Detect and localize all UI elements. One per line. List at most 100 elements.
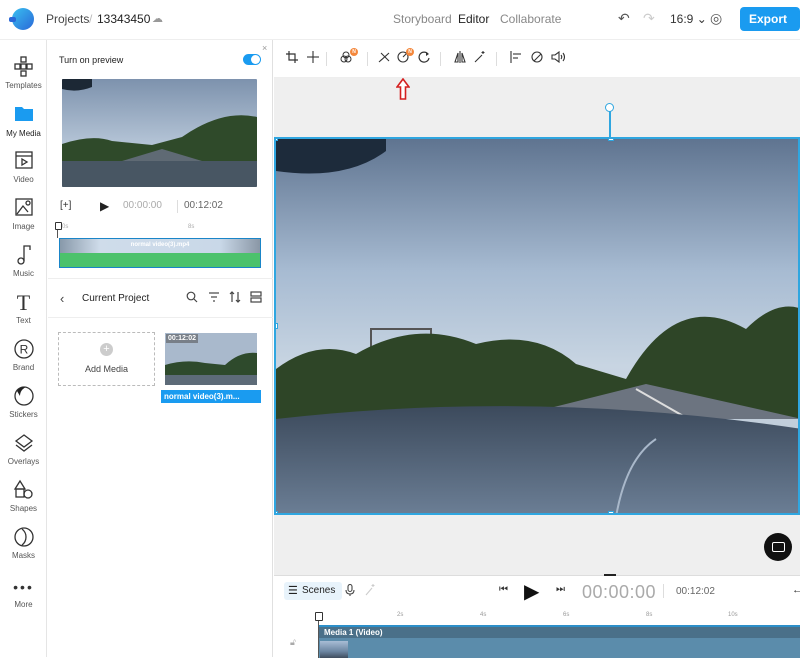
align-icon[interactable] [510,51,522,66]
preview-toggle[interactable] [243,54,261,65]
divider [496,52,497,66]
sort-icon[interactable] [229,291,241,306]
sticker-icon [0,385,47,409]
flip-icon[interactable] [454,51,466,66]
track-label: Media 1 (Video) [319,627,800,638]
red-arrow-annotation [396,78,410,100]
export-button[interactable]: Export ⌄ [740,7,800,50]
mini-clip[interactable]: normal video(3).mp4 [59,238,261,268]
chat-support-button[interactable] [764,533,792,561]
folder-icon [0,104,47,128]
scenes-label: Scenes [302,585,336,596]
eraser-icon[interactable] [531,51,543,66]
divider [367,52,368,66]
sidebar-item-image[interactable]: Image [0,197,47,231]
mini-clip-name: normal video(3).mp4 [60,239,260,253]
rotate-handle-line [609,110,611,137]
canvas-toolbar: N N [274,40,800,78]
lock-icon[interactable]: 🔓︎ [290,637,296,648]
sidebar-item-shapes[interactable]: Shapes [0,479,47,513]
split-icon[interactable] [378,51,390,66]
timeline: ☰ Scenes ⏮ ▶ ⏭ 00:00:00 00:12:02 ← 2s 4s… [274,574,800,658]
share-icon[interactable]: ◎ [710,10,722,27]
svg-text:R: R [19,343,28,357]
ruler-label: 10s [728,612,738,618]
volume-icon[interactable] [551,50,566,66]
timeline-resize-grip[interactable] [604,574,616,576]
mask-icon [0,526,47,550]
mini-total-time: 00:12:02 [184,200,223,211]
sidebar-item-music[interactable]: Music [0,244,47,278]
redo-icon[interactable]: ↷ [643,10,655,27]
skip-back-icon[interactable]: ⏮ [499,584,508,595]
media-item-name[interactable]: normal video(3).m... [161,390,261,403]
left-sidebar: Templates My Media Video Image Music T T… [0,40,47,657]
scenes-icon: ☰ [288,585,298,597]
rotate-handle[interactable] [605,103,614,112]
cloud-icon: ☁ [152,13,163,25]
undo-icon[interactable]: ↶ [618,10,630,27]
resize-handle[interactable] [276,139,278,141]
crop-icon[interactable] [286,51,298,66]
sidebar-item-stickers[interactable]: Stickers [0,385,47,419]
sidebar-item-my-media[interactable]: My Media [0,104,47,138]
image-icon [0,197,47,221]
add-media-button[interactable]: + Add Media [58,332,155,386]
track-thumbnail [320,641,348,658]
tab-collaborate[interactable]: Collaborate [500,12,561,26]
app-logo[interactable] [9,8,34,30]
filter-icon[interactable] [208,291,220,306]
divider [177,200,178,213]
back-icon[interactable]: ‹ [60,291,64,306]
mini-ruler: 0s 8s [58,224,258,234]
sidebar-item-more[interactable]: ••• More [0,575,47,609]
resize-handle[interactable] [276,323,278,329]
timeline-playhead[interactable] [315,612,323,658]
skip-forward-icon[interactable]: ⏭ [556,584,565,595]
microphone-icon[interactable] [345,583,355,599]
search-icon[interactable] [186,291,198,306]
project-header: ‹ Current Project [48,278,273,318]
ruler-label: 2s [397,612,404,618]
breadcrumb-project-id[interactable]: 13343450 [97,12,150,26]
move-icon[interactable] [307,51,319,66]
sidebar-item-video[interactable]: Video [0,150,47,184]
scenes-button[interactable]: ☰ Scenes [284,582,342,600]
layout-icon[interactable] [250,291,262,306]
aspect-ratio-select[interactable]: 16:9 ⌄ [670,12,707,26]
sidebar-item-overlays[interactable]: Overlays [0,432,47,466]
video-track-clip[interactable]: Media 1 (Video) [319,625,800,658]
timeline-ruler: 2s 4s 6s 8s 10s [318,612,798,622]
resize-handle[interactable] [608,511,614,513]
canvas-area: N N [274,40,800,575]
resize-handle[interactable] [608,139,614,141]
sidebar-item-text[interactable]: T Text [0,291,47,326]
preview-video-thumbnail [62,79,257,187]
magic-wand-icon[interactable] [474,51,486,66]
new-badge: N [406,48,414,56]
video-icon [0,150,47,174]
mini-player-controls: [+] ▶ 00:00:00 00:12:02 [60,199,260,216]
play-button[interactable]: ▶ [524,579,539,604]
divider [663,584,664,598]
tab-storyboard[interactable]: Storyboard [393,12,452,26]
mini-ruler-label: 8s [188,224,195,230]
video-preview[interactable] [274,137,800,515]
rotate-icon[interactable] [418,51,430,66]
tab-editor[interactable]: Editor [458,12,489,26]
add-to-timeline-button[interactable]: [+] [60,200,71,211]
media-item-thumbnail[interactable]: 00:12:02 [165,333,257,385]
resize-handle[interactable] [276,511,278,513]
breadcrumb-projects[interactable]: Projects [46,12,89,26]
mini-play-button[interactable]: ▶ [100,199,109,213]
sidebar-item-templates[interactable]: Templates [0,56,47,90]
collapse-arrow-icon[interactable]: ← [792,584,800,596]
media-panel: Turn on preview × [+] ▶ 00:00:00 00:12:0… [48,40,273,657]
magic-icon[interactable] [365,584,375,599]
mini-playhead[interactable] [55,222,62,238]
sidebar-item-masks[interactable]: Masks [0,526,47,560]
ruler-label: 4s [480,612,487,618]
close-icon[interactable]: × [262,43,267,53]
brand-icon: R [0,338,47,362]
sidebar-item-brand[interactable]: R Brand [0,338,47,372]
